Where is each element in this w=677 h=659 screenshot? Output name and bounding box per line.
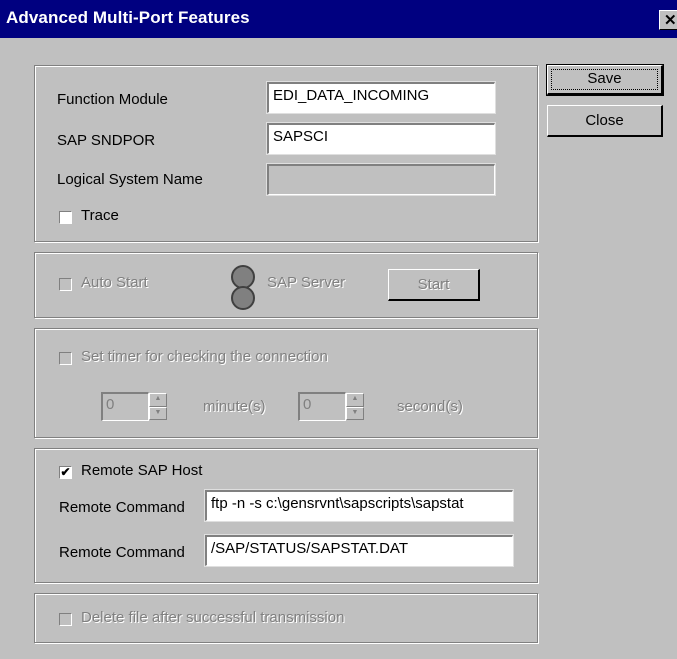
trace-label: Trace [81,207,119,224]
timer-label: Set timer for checking the connection [81,348,328,365]
close-button[interactable]: Close [547,105,663,137]
save-label: Save [587,70,622,87]
minutes-spinner[interactable]: ▲ ▼ [149,393,167,420]
timer-group: Set timer for checking the connection 0 … [34,328,538,438]
spin-up-icon[interactable]: ▲ [346,393,364,407]
function-module-group: Function Module EDI_DATA_INCOMING SAP SN… [34,65,538,242]
function-module-label: Function Module [57,91,168,108]
seconds-input[interactable]: 0 [298,392,346,421]
delete-checkbox[interactable] [59,613,72,626]
remote-host-group: ✔ Remote SAP Host Remote Command ftp -n … [34,448,538,583]
logical-system-field[interactable] [266,163,496,196]
save-button[interactable]: Save [546,64,664,96]
auto-start-checkbox[interactable] [59,278,72,291]
minutes-label: minute(s) [203,398,266,415]
spin-down-icon[interactable]: ▼ [149,406,167,420]
timer-checkbox[interactable] [59,352,72,365]
title-bar: Advanced Multi-Port Features ✕ [0,0,677,38]
sap-sndpor-field[interactable]: SAPSCI [266,122,496,155]
window-title: Advanced Multi-Port Features [6,8,250,27]
remote-host-label: Remote SAP Host [81,462,203,479]
remote-command-2-label: Remote Command [59,544,185,561]
function-module-field[interactable]: EDI_DATA_INCOMING [266,81,496,114]
remote-command-1-label: Remote Command [59,499,185,516]
close-icon[interactable]: ✕ [659,10,677,30]
logical-system-label: Logical System Name [57,171,203,188]
start-button[interactable]: Start [388,269,480,301]
status-led-icon [231,286,255,310]
trace-checkbox[interactable] [59,211,72,224]
spin-up-icon[interactable]: ▲ [149,393,167,407]
auto-start-label: Auto Start [81,274,148,291]
minutes-input[interactable]: 0 [101,392,149,421]
remote-host-checkbox[interactable]: ✔ [59,466,72,479]
seconds-label: second(s) [397,398,463,415]
seconds-spinner[interactable]: ▲ ▼ [346,393,364,420]
dialog-body: Function Module EDI_DATA_INCOMING SAP SN… [10,38,677,659]
spin-down-icon[interactable]: ▼ [346,406,364,420]
remote-command-2-field[interactable]: /SAP/STATUS/SAPSTAT.DAT [204,534,514,567]
auto-start-group: Auto Start SAP Server Start [34,252,538,318]
sap-sndpor-label: SAP SNDPOR [57,132,156,149]
sap-server-label: SAP Server [267,274,346,291]
delete-group: Delete file after successful transmissio… [34,593,538,643]
remote-command-1-field[interactable]: ftp -n -s c:\gensrvnt\sapscripts\sapstat [204,489,514,522]
delete-label: Delete file after successful transmissio… [81,609,345,626]
